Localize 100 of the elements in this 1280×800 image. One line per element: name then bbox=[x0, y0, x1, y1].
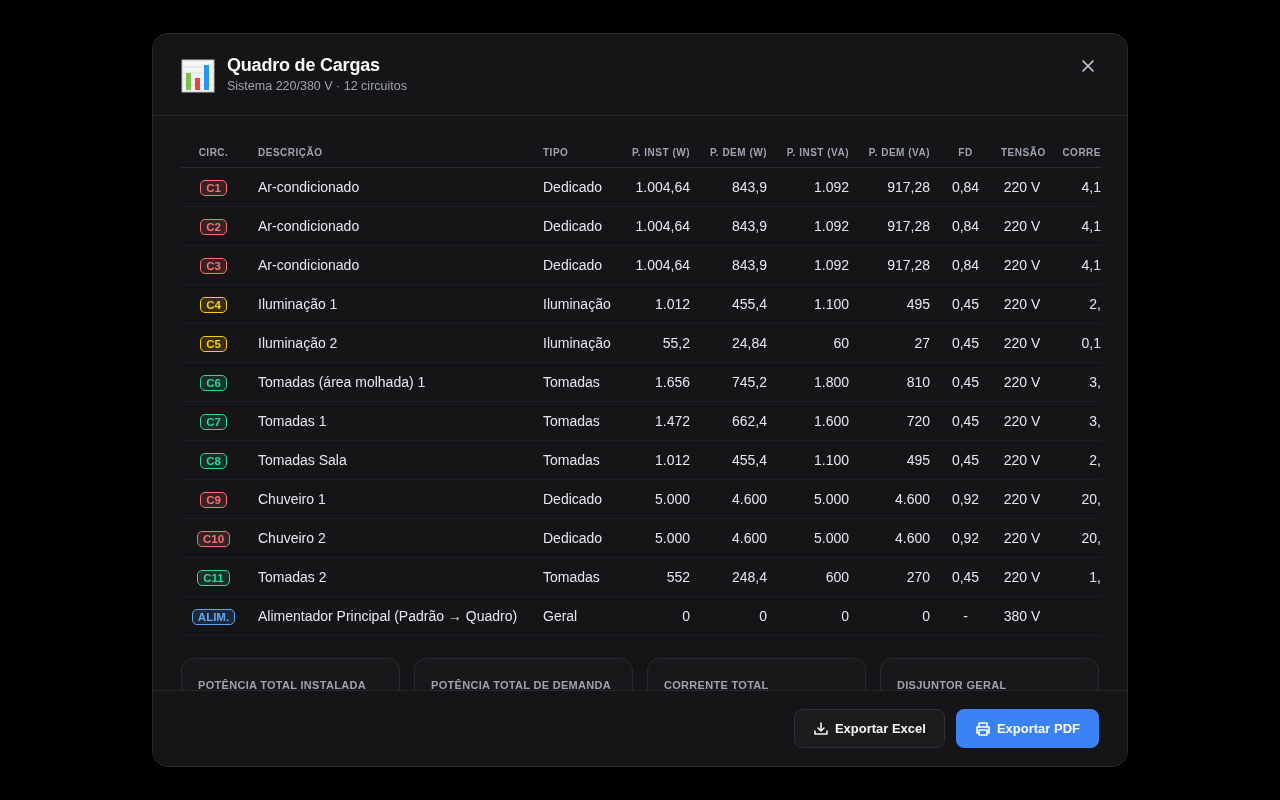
table-cell: 917,28 bbox=[857, 245, 938, 285]
table-cell: Tomadas bbox=[531, 362, 613, 402]
table-cell: 0,84 bbox=[938, 206, 993, 246]
table-cell: Tomadas 1 bbox=[246, 401, 531, 441]
table-cell: Chuveiro 2 bbox=[246, 518, 531, 558]
table-cell: Ar-condicionado bbox=[246, 245, 531, 285]
column-header: P. INST (VA) bbox=[775, 137, 857, 168]
circuit-tag: C4 bbox=[200, 296, 227, 313]
table-cell: 4.600 bbox=[857, 479, 938, 519]
table-cell: 1.012 bbox=[613, 284, 698, 324]
circuit-tag: C6 bbox=[200, 374, 227, 391]
card-label: DISJUNTOR GERAL bbox=[897, 679, 1007, 690]
table-cell: Tomadas bbox=[531, 440, 613, 480]
circuit-tag: C5 bbox=[200, 335, 227, 352]
table-cell: Iluminação bbox=[531, 284, 613, 324]
table-cell: 5.000 bbox=[775, 479, 857, 519]
table-cell: 0 bbox=[775, 596, 857, 636]
column-header: CIRC. bbox=[181, 137, 246, 168]
table-cell: 1.092 bbox=[775, 167, 857, 207]
printer-icon bbox=[974, 720, 991, 737]
table-cell: 720 bbox=[857, 401, 938, 441]
table-cell: 1.092 bbox=[775, 206, 857, 246]
table-cell: 20, bbox=[1051, 479, 1101, 519]
table-cell: 5.000 bbox=[613, 518, 698, 558]
table-cell: 1.100 bbox=[775, 284, 857, 324]
table-cell: Tomadas bbox=[531, 401, 613, 441]
table-cell: Ar-condicionado bbox=[246, 167, 531, 207]
table-cell: 917,28 bbox=[857, 206, 938, 246]
table-cell: 3, bbox=[1051, 401, 1101, 441]
table-cell: 5.000 bbox=[775, 518, 857, 558]
table-cell: 843,9 bbox=[698, 167, 775, 207]
card-label: CORRENTE TOTAL bbox=[664, 679, 769, 690]
table-cell: 1, bbox=[1051, 557, 1101, 597]
table-cell: 1.472 bbox=[613, 401, 698, 441]
table-cell: 0,84 bbox=[938, 245, 993, 285]
table-cell: 600 bbox=[775, 557, 857, 597]
export-pdf-button[interactable]: Exportar PDF bbox=[955, 709, 1099, 748]
table-cell: Iluminação bbox=[531, 323, 613, 363]
table-cell: 220 V bbox=[993, 284, 1051, 324]
table-cell: 0,1 bbox=[1051, 323, 1101, 363]
table-cell: 4.600 bbox=[857, 518, 938, 558]
table-cell: 455,4 bbox=[698, 440, 775, 480]
column-header: P. DEM (VA) bbox=[857, 137, 938, 168]
table-cell: Tomadas 2 bbox=[246, 557, 531, 597]
dialog-title: Quadro de Cargas bbox=[227, 55, 381, 76]
table-cell: Iluminação 2 bbox=[246, 323, 531, 363]
table-cell: 1.800 bbox=[775, 362, 857, 402]
table-cell: 24,84 bbox=[698, 323, 775, 363]
table-cell: 917,28 bbox=[857, 167, 938, 207]
table-cell: Dedicado bbox=[531, 245, 613, 285]
circuit-tag: C10 bbox=[196, 530, 231, 547]
table-cell: 1.012 bbox=[613, 440, 698, 480]
table-cell: 220 V bbox=[993, 440, 1051, 480]
table-cell: 4.600 bbox=[698, 479, 775, 519]
column-header: TIPO bbox=[531, 137, 613, 168]
table-cell: 455,4 bbox=[698, 284, 775, 324]
table-cell: 4,1 bbox=[1051, 245, 1101, 285]
table-cell: 1.004,64 bbox=[613, 245, 698, 285]
table-cell: 1.092 bbox=[775, 245, 857, 285]
table-cell: 0 bbox=[698, 596, 775, 636]
circuit-tag: C3 bbox=[200, 257, 227, 274]
table-cell: 20, bbox=[1051, 518, 1101, 558]
table-cell: Ar-condicionado bbox=[246, 206, 531, 246]
table-cell: Tomadas (área molhada) 1 bbox=[246, 362, 531, 402]
table-cell: 745,2 bbox=[698, 362, 775, 402]
column-header: P. DEM (W) bbox=[698, 137, 775, 168]
circuit-tag: ALIM. bbox=[191, 608, 236, 625]
table-cell: 220 V bbox=[993, 518, 1051, 558]
table-cell: Dedicado bbox=[531, 206, 613, 246]
column-header: P. INST (W) bbox=[613, 137, 698, 168]
column-header: FD bbox=[938, 137, 993, 168]
table-cell: 0,45 bbox=[938, 401, 993, 441]
table-cell: 220 V bbox=[993, 167, 1051, 207]
circuit-tag: C1 bbox=[200, 179, 227, 196]
table-cell: 0,45 bbox=[938, 362, 993, 402]
circuit-tag: C11 bbox=[197, 569, 230, 586]
table-cell: 60 bbox=[775, 323, 857, 363]
table-cell: 3, bbox=[1051, 362, 1101, 402]
table-cell: 1.600 bbox=[775, 401, 857, 441]
close-icon bbox=[1082, 60, 1094, 72]
table-cell: 662,4 bbox=[698, 401, 775, 441]
download-icon bbox=[812, 720, 829, 737]
circuit-tag: C9 bbox=[200, 491, 227, 508]
table-cell: 220 V bbox=[993, 206, 1051, 246]
table-cell: 270 bbox=[857, 557, 938, 597]
table-cell: 2, bbox=[1051, 284, 1101, 324]
export-excel-button[interactable]: Exportar Excel bbox=[793, 709, 945, 748]
table-cell: 843,9 bbox=[698, 206, 775, 246]
table-cell: 5.000 bbox=[613, 479, 698, 519]
table-cell: 1.004,64 bbox=[613, 167, 698, 207]
table-cell: 220 V bbox=[993, 245, 1051, 285]
table-cell: 0 bbox=[613, 596, 698, 636]
table-cell: 0,45 bbox=[938, 284, 993, 324]
table-cell: Dedicado bbox=[531, 167, 613, 207]
card-label: POTÊNCIA TOTAL INSTALADA bbox=[198, 679, 366, 690]
bar-chart-icon bbox=[181, 59, 215, 93]
table-cell: Dedicado bbox=[531, 518, 613, 558]
table-cell: 495 bbox=[857, 440, 938, 480]
table-cell: 4,1 bbox=[1051, 206, 1101, 246]
table-cell: 0,45 bbox=[938, 323, 993, 363]
